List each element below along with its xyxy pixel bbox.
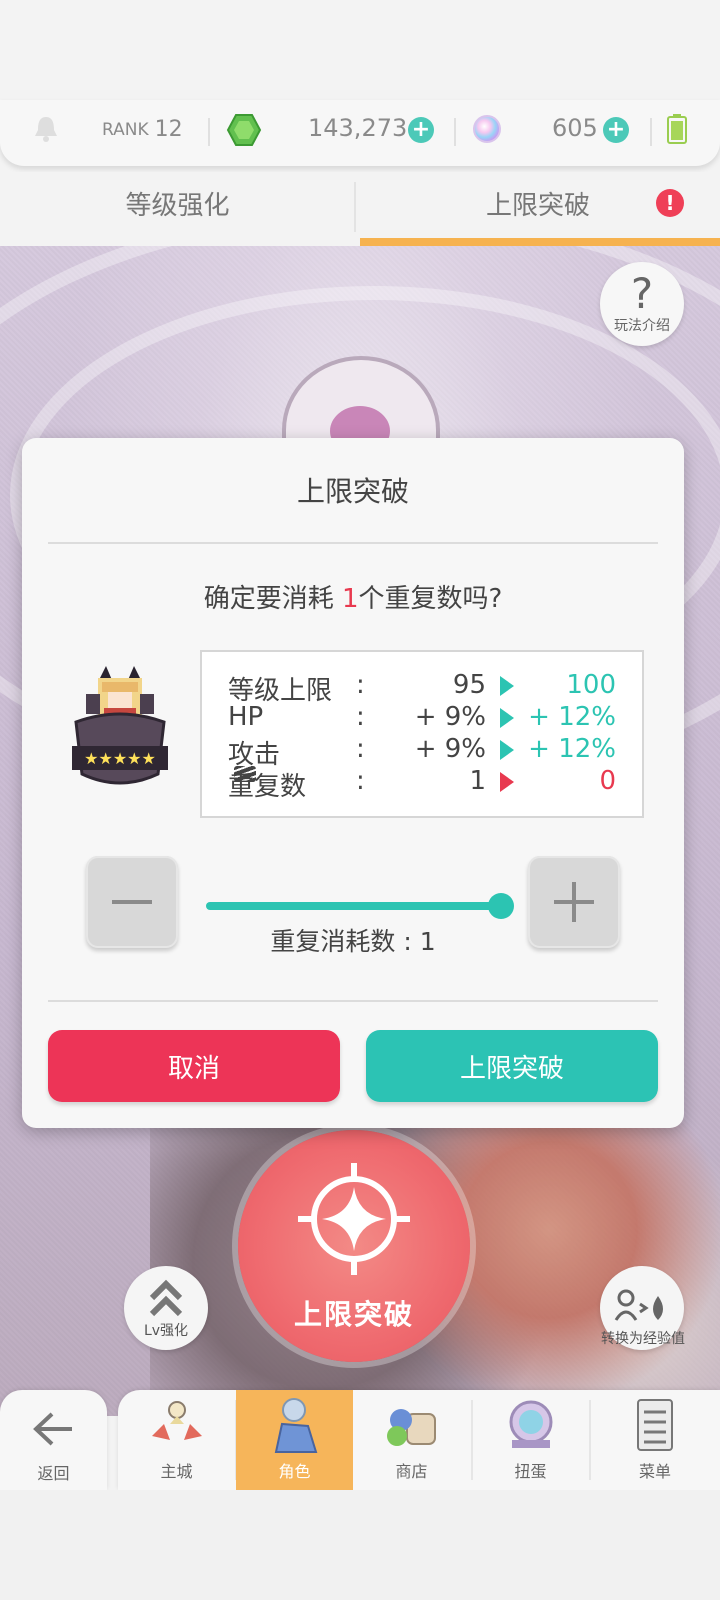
active-tab-indicator <box>360 238 720 246</box>
back-label: 返回 <box>37 1464 70 1483</box>
stat-old-value: 1 <box>469 766 486 796</box>
stat-old-value: + 9% <box>414 734 486 764</box>
limit-break-action-label: 上限突破 <box>293 1298 414 1331</box>
stat-colon: : <box>356 702 365 732</box>
increase-arrow-icon <box>500 676 514 696</box>
stat-colon: : <box>356 766 365 796</box>
confirm-suffix: 个重复数吗? <box>358 584 503 614</box>
stat-new-value: + 12% <box>528 734 616 764</box>
confirm-limit-break-button[interactable]: 上限突破 <box>366 1030 658 1102</box>
svg-text:★★★★★: ★★★★★ <box>84 749 156 768</box>
system-nav-area <box>0 1490 720 1600</box>
lv-enhance-button[interactable]: Lv强化 <box>124 1266 208 1350</box>
stat-colon: : <box>356 670 365 700</box>
question-icon: ? <box>630 269 654 318</box>
gem-count: 143,273 <box>308 114 408 142</box>
dialog-title: 上限突破 <box>296 475 409 508</box>
nav-item-character[interactable]: 角色 <box>236 1390 353 1490</box>
confirm-count: 1 <box>341 584 359 614</box>
nav-label: 菜单 <box>638 1462 671 1481</box>
tab-level-enhance[interactable]: 等级强化 <box>0 166 355 240</box>
menu-list-icon <box>637 1399 673 1451</box>
green-gem-icon <box>226 114 262 146</box>
double-chevron-up-icon <box>149 1279 183 1317</box>
shop-bag-icon <box>386 1409 436 1446</box>
increase-arrow-icon <box>500 708 514 728</box>
stat-new-value: + 12% <box>528 702 616 732</box>
stack-icon <box>234 766 256 782</box>
nav-label: 主城 <box>160 1462 193 1481</box>
stat-label: HP <box>228 702 264 732</box>
nav-label: 扭蛋 <box>514 1462 547 1481</box>
increase-arrow-icon <box>500 740 514 760</box>
confirm-message: 确定要消耗 1个重复数吗? <box>22 578 684 615</box>
nav-item-gacha[interactable]: 扭蛋 <box>472 1390 589 1490</box>
back-button[interactable]: 返回 <box>0 1390 107 1490</box>
orb-count: 605 <box>552 114 598 142</box>
lv-enhance-label: Lv强化 <box>143 1323 189 1339</box>
nav-item-menu[interactable]: 菜单 <box>590 1390 720 1490</box>
home-castle-icon <box>151 1401 202 1440</box>
convert-exp-label: 转换为经验值 <box>601 1331 685 1347</box>
divider <box>650 118 652 146</box>
consume-slider-track[interactable] <box>206 902 502 910</box>
add-gems-button[interactable]: + <box>408 117 434 143</box>
alert-icon: ! <box>656 189 684 217</box>
rainbow-orb-icon <box>473 115 501 143</box>
character-portrait: ★★★★★ <box>72 666 168 785</box>
convert-exp-icon <box>614 1289 663 1321</box>
stat-old-value: 95 <box>452 670 486 700</box>
divider <box>48 542 658 544</box>
back-arrow-icon <box>33 1412 72 1446</box>
stat-row: 等级上限 : 95 100 <box>202 670 642 706</box>
decrease-arrow-icon <box>500 772 514 792</box>
nav-item-home[interactable]: 主城 <box>118 1390 235 1490</box>
rank-value: 12 <box>154 117 183 142</box>
help-button[interactable]: ? 玩法介绍 <box>600 262 684 346</box>
nav-label: 商店 <box>395 1462 428 1481</box>
divider <box>208 118 210 146</box>
help-label: 玩法介绍 <box>614 318 670 334</box>
add-orbs-button[interactable]: + <box>603 117 629 143</box>
stat-row: 重复数 : 1 0 <box>202 766 642 802</box>
limit-break-action-button[interactable]: 上限突破 <box>238 1130 470 1362</box>
character-icon <box>274 1398 317 1453</box>
nav-label: 角色 <box>278 1462 311 1481</box>
stat-row: 攻击 : + 9% + 12% <box>202 734 642 770</box>
stats-comparison-box: 等级上限 : 95 100 HP : + 9% + 12% 攻击 : + 9% … <box>200 650 644 818</box>
stat-new-value: 100 <box>566 670 616 700</box>
minus-icon <box>112 900 152 904</box>
compass-star-icon <box>298 1163 410 1275</box>
stat-new-value: 0 <box>599 766 616 796</box>
rank-display: RANK 12 <box>102 117 183 142</box>
consume-count-label: 重复消耗数 : 1 <box>270 927 436 956</box>
divider <box>48 1000 658 1002</box>
convert-exp-button[interactable]: 转换为经验值 <box>600 1266 685 1350</box>
plus-icon <box>554 882 594 922</box>
bell-icon[interactable] <box>32 114 60 144</box>
confirm-prefix: 确定要消耗 <box>203 584 342 614</box>
stat-colon: : <box>356 734 365 764</box>
consume-slider-handle[interactable] <box>488 893 514 919</box>
limit-break-dialog: 上限突破 确定要消耗 1个重复数吗? ★★★★★ 等级上限 : 95 100 H… <box>22 438 684 1128</box>
stat-old-value: + 9% <box>414 702 486 732</box>
rank-label: RANK <box>102 119 149 140</box>
cancel-button[interactable]: 取消 <box>48 1030 340 1102</box>
nav-item-shop[interactable]: 商店 <box>353 1390 470 1490</box>
divider <box>454 118 456 146</box>
battery-icon <box>667 114 687 144</box>
gacha-orb-icon <box>509 1400 552 1448</box>
stat-row: HP : + 9% + 12% <box>202 702 642 734</box>
